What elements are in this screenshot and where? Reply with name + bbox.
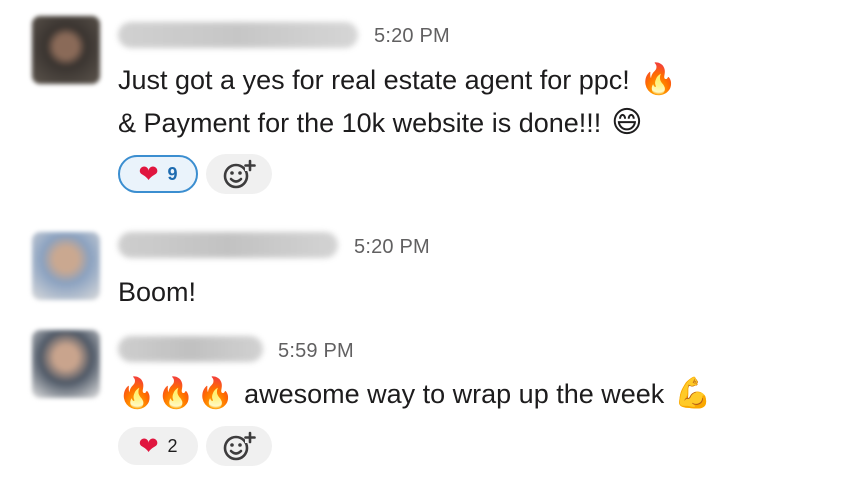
message-text-line: & Payment for the 10k website is done!!!… <box>118 103 643 143</box>
avatar[interactable] <box>32 16 100 84</box>
message-text-line: 🔥🔥🔥 awesome way to wrap up the week 💪 <box>118 372 712 416</box>
fire-emoji: 🔥 <box>639 62 678 97</box>
message-timestamp[interactable]: 5:20 PM <box>354 236 430 259</box>
fire-emoji: 🔥🔥🔥 <box>118 376 237 411</box>
message-timestamp[interactable]: 5:59 PM <box>278 340 354 363</box>
add-reaction-button[interactable] <box>206 154 272 194</box>
add-reaction-button[interactable] <box>206 426 272 466</box>
username-blurred[interactable] <box>118 336 263 362</box>
message-text: Boom! <box>118 276 197 307</box>
username-blurred[interactable] <box>118 22 358 48</box>
avatar[interactable] <box>32 232 100 300</box>
message-text-line: Just got a yes for real estate agent for… <box>118 60 677 100</box>
add-reaction-icon <box>223 159 256 189</box>
heart-icon: ❤ <box>138 160 159 188</box>
reaction-count: 9 <box>167 163 178 184</box>
message-text-line: Boom! <box>118 272 196 312</box>
message-text: Just got a yes for real estate agent for… <box>118 64 630 95</box>
flexed-biceps-emoji: 💪 <box>674 376 712 411</box>
heart-icon: ❤ <box>138 432 159 460</box>
username-blurred[interactable] <box>118 232 338 258</box>
avatar[interactable] <box>32 330 100 398</box>
message-text: & Payment for the 10k website is done!!! <box>118 107 602 138</box>
reaction-count: 2 <box>167 435 178 456</box>
add-reaction-icon <box>223 431 256 461</box>
message-text: awesome way to wrap up the week <box>244 378 665 409</box>
reaction-heart[interactable]: ❤ 2 <box>118 427 198 465</box>
reaction-heart[interactable]: ❤ 9 <box>118 155 198 193</box>
grinning-emoji: 😄 <box>611 105 643 140</box>
message-timestamp[interactable]: 5:20 PM <box>374 25 450 48</box>
